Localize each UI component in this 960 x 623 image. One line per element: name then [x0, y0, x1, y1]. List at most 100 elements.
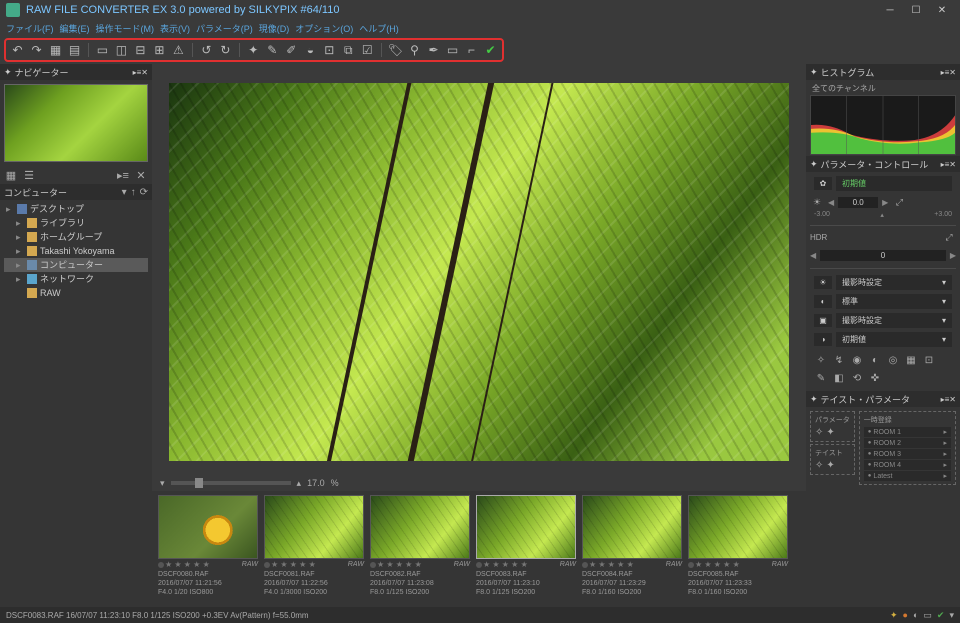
tool-crop-icon[interactable]: ⧉ [341, 42, 356, 58]
taste-copy-icon[interactable]: ✧ [815, 427, 823, 438]
thumbnail-image[interactable] [370, 495, 470, 559]
status-icon-3[interactable]: ◐ [913, 610, 918, 621]
tree-collapse-icon[interactable]: ▾ [122, 187, 127, 198]
menu-develop[interactable]: 現像(D) [257, 22, 292, 35]
hdr-value[interactable]: 0 [820, 250, 946, 261]
rating-row[interactable]: ★ ★ ★ ★ ★RAW [158, 559, 258, 570]
thumbnail-image[interactable] [582, 495, 682, 559]
tool-rotate-cw-icon[interactable]: ↷ [29, 42, 44, 58]
tool-e-icon[interactable]: ◎ [886, 353, 900, 367]
tree-node[interactable]: ▸Takashi Yokoyama [4, 244, 148, 258]
hdr-decrease-button[interactable]: ◀ [810, 251, 816, 260]
panel-close-icon[interactable]: ✕ [949, 395, 956, 404]
tool-brush1-icon[interactable]: ✎ [265, 42, 280, 58]
tool-i-icon[interactable]: ◧ [832, 371, 846, 385]
contrast-icon[interactable]: ◑ [814, 333, 832, 346]
menu-file[interactable]: ファイル(F) [4, 22, 56, 35]
tool-dropper-icon[interactable]: ⚲ [407, 42, 422, 58]
expand-icon[interactable]: ⤢ [942, 232, 956, 243]
zoom-slider[interactable] [171, 481, 291, 485]
tool-b-icon[interactable]: ↯ [832, 353, 846, 367]
param-default2-button[interactable]: 初期値▾ [836, 332, 952, 347]
panel-pin-icon[interactable]: ▸≡ [941, 160, 950, 169]
tool-tag-icon[interactable]: 🏷 [388, 42, 403, 58]
tree-node[interactable]: ▸ライブラリ [4, 216, 148, 230]
param-standard-button[interactable]: 標準▾ [836, 294, 952, 309]
nav-pin-icon[interactable]: ▸≡ [116, 168, 130, 182]
ev-decrease-button[interactable]: ◀ [828, 198, 834, 207]
status-icon-5[interactable]: ✔ [937, 610, 945, 621]
ev-value[interactable]: 0.0 [838, 197, 878, 208]
tool-single-view-icon[interactable]: ▭ [95, 42, 110, 58]
nav-close-icon[interactable]: ✕ [134, 168, 148, 182]
tool-wand-icon[interactable]: ✦ [246, 42, 261, 58]
navigator-thumbnail[interactable] [4, 84, 148, 162]
sun-icon[interactable]: ☀ [814, 276, 832, 289]
film-icon[interactable]: ▣ [814, 314, 832, 327]
tool-rect-icon[interactable]: ▭ [445, 42, 460, 58]
room-button[interactable]: ROOM 3 ▸ [864, 449, 951, 459]
status-icon-2[interactable]: ● [903, 610, 908, 621]
tool-pen-icon[interactable]: ✒ [426, 42, 441, 58]
taste-paste2-icon[interactable]: ✦ [826, 460, 834, 471]
tree-refresh-icon[interactable]: ⟳ [140, 187, 148, 198]
tree-node[interactable]: ▸ホームグループ [4, 230, 148, 244]
panel-pin-icon[interactable]: ▸≡ [941, 68, 950, 77]
expand-icon[interactable]: ⤢ [892, 197, 906, 208]
preview-image[interactable] [169, 83, 789, 461]
hdr-increase-button[interactable]: ▶ [950, 251, 956, 260]
zoom-in-icon[interactable]: ▴ [297, 478, 302, 489]
tree-node[interactable]: ▸ネットワーク [4, 272, 148, 286]
tool-grid-small-icon[interactable]: ▦ [48, 42, 63, 58]
tool-h-icon[interactable]: ✎ [814, 371, 828, 385]
tree-node[interactable]: ▸コンピューター [4, 258, 148, 272]
tool-redo-icon[interactable]: ↻ [218, 42, 233, 58]
tool-select-icon[interactable]: ☑ [360, 42, 375, 58]
tool-a-icon[interactable]: ✧ [814, 353, 828, 367]
rating-row[interactable]: ★ ★ ★ ★ ★RAW [476, 559, 576, 570]
param-shoot-setting-button[interactable]: 撮影時設定▾ [836, 275, 952, 290]
room-button[interactable]: ROOM 1 ▸ [864, 427, 951, 437]
zoom-out-icon[interactable]: ▾ [160, 478, 165, 489]
menu-option[interactable]: オプション(O) [293, 22, 355, 35]
tool-eraser-icon[interactable]: ◒ [303, 42, 318, 58]
tool-f-icon[interactable]: ▦ [904, 353, 918, 367]
tree-up-icon[interactable]: ↑ [131, 187, 136, 198]
tool-compare-h-icon[interactable]: ◫ [114, 42, 129, 58]
tool-multi-view-icon[interactable]: ⊞ [152, 42, 167, 58]
thumbnail-image[interactable] [158, 495, 258, 559]
rating-row[interactable]: ★ ★ ★ ★ ★RAW [688, 559, 788, 570]
ev-increase-button[interactable]: ▶ [882, 198, 888, 207]
filmstrip-item[interactable]: ★ ★ ★ ★ ★RAW DSCF0083.RAF 2016/07/07 11:… [476, 495, 576, 603]
thumbnail-image[interactable] [264, 495, 364, 559]
tree-node[interactable]: ▸デスクトップ [4, 202, 148, 216]
param-shoot-setting2-button[interactable]: 撮影時設定▾ [836, 313, 952, 328]
status-icon-1[interactable]: ✦ [890, 610, 898, 621]
tool-d-icon[interactable]: ◐ [868, 353, 882, 367]
tool-k-icon[interactable]: ✜ [868, 371, 882, 385]
tool-brush2-icon[interactable]: ✐ [284, 42, 299, 58]
tool-g-icon[interactable]: ⊡ [922, 353, 936, 367]
tool-grid-large-icon[interactable]: ▤ [67, 42, 82, 58]
param-gear-icon[interactable]: ✿ [814, 177, 832, 190]
tree-node[interactable]: RAW [4, 286, 148, 300]
tool-rotate-ccw-icon[interactable]: ↶ [10, 42, 25, 58]
tool-stamp-icon[interactable]: ⊡ [322, 42, 337, 58]
room-button[interactable]: ROOM 2 ▸ [864, 438, 951, 448]
maximize-button[interactable]: ☐ [904, 2, 928, 18]
nav-grid-icon[interactable]: ▦ [4, 168, 18, 182]
panel-pin-icon[interactable]: ▸≡ [941, 395, 950, 404]
panel-close-icon[interactable]: ✕ [949, 160, 956, 169]
rating-row[interactable]: ★ ★ ★ ★ ★RAW [582, 559, 682, 570]
filmstrip-item[interactable]: ★ ★ ★ ★ ★RAW DSCF0080.RAF 2016/07/07 11:… [158, 495, 258, 603]
room-button[interactable]: Latest ▸ [864, 471, 951, 481]
taste-copy2-icon[interactable]: ✧ [815, 460, 823, 471]
menu-mode[interactable]: 操作モード(M) [94, 22, 157, 35]
status-dropdown-icon[interactable]: ▾ [949, 610, 954, 621]
filmstrip-item[interactable]: ★ ★ ★ ★ ★RAW DSCF0085.RAF 2016/07/07 11:… [688, 495, 788, 603]
close-button[interactable]: ✕ [930, 2, 954, 18]
menu-view[interactable]: 表示(V) [158, 22, 192, 35]
rating-row[interactable]: ★ ★ ★ ★ ★RAW [264, 559, 364, 570]
palette-icon[interactable]: ◐ [814, 295, 832, 308]
menu-parameter[interactable]: パラメータ(P) [194, 22, 255, 35]
